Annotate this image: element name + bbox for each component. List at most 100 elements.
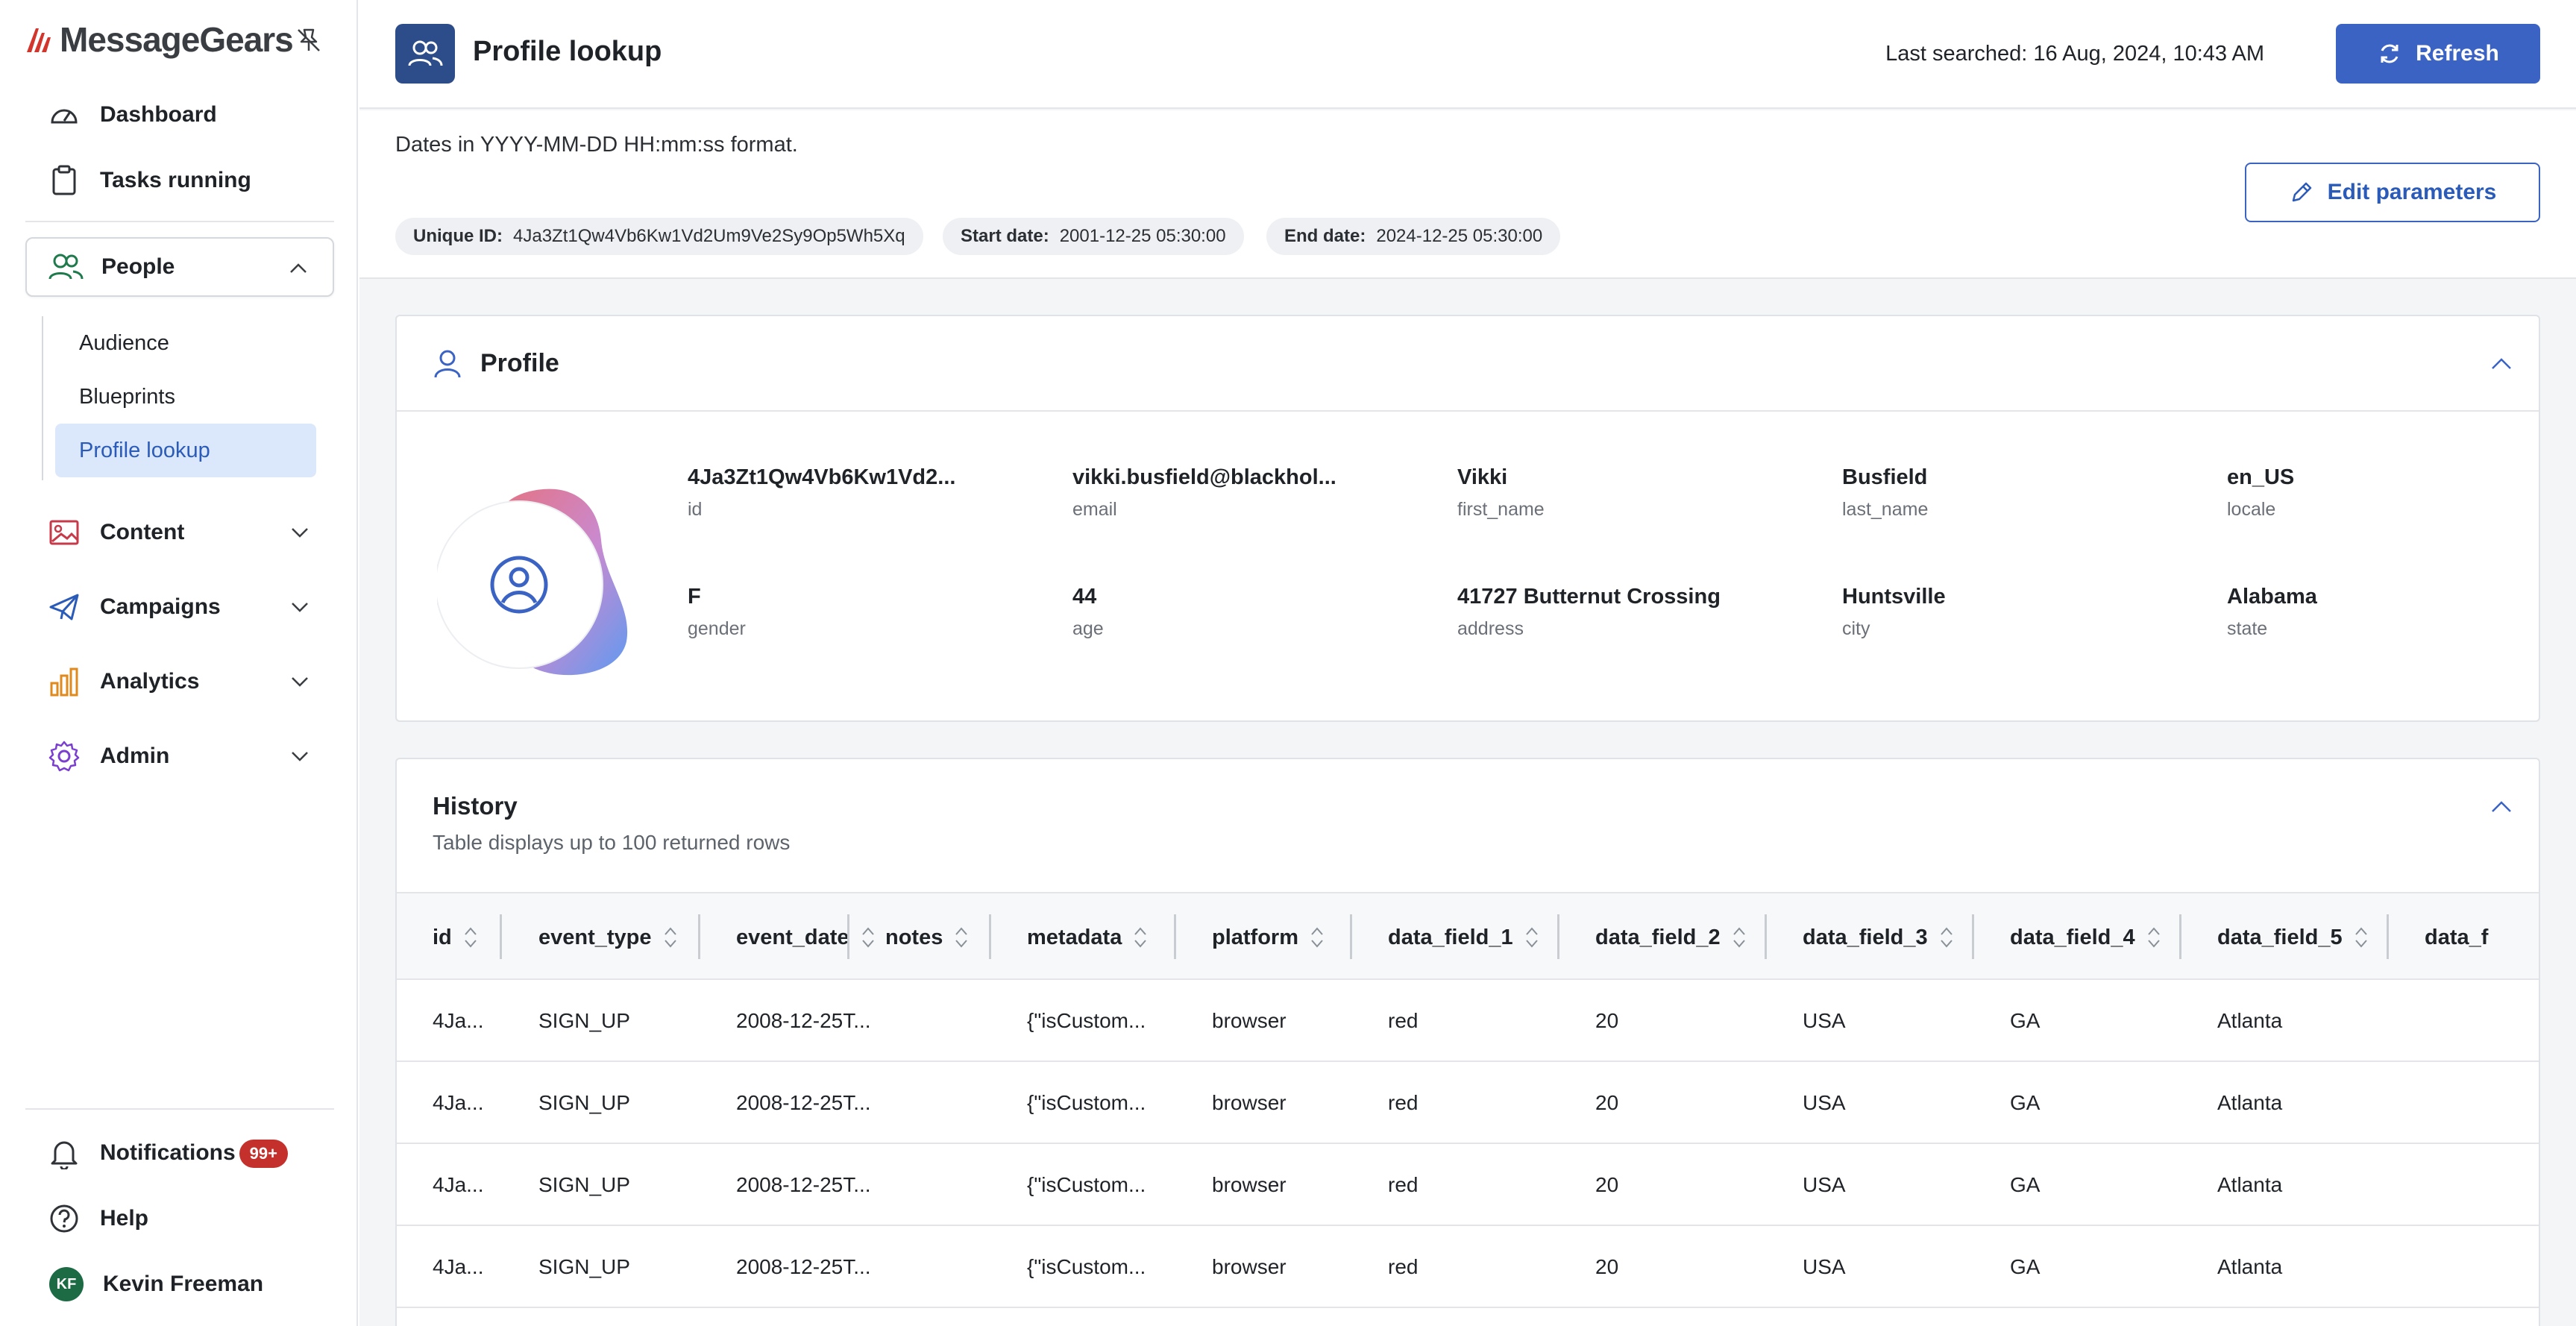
nav-admin[interactable]: Admin xyxy=(25,726,334,786)
notifications-badge: 99+ xyxy=(239,1140,288,1168)
field-value: en_US xyxy=(2227,465,2295,489)
profile-field-city: Huntsville city xyxy=(1842,585,1946,640)
table-cell: red xyxy=(1388,1091,1419,1114)
field-key: id xyxy=(688,499,703,520)
main-content: Profile lookup Last searched: 16 Aug, 20… xyxy=(359,0,2576,1326)
column-resize-handle[interactable] xyxy=(698,914,700,959)
sort-icon[interactable] xyxy=(2353,924,2369,951)
sort-icon[interactable] xyxy=(1309,924,1325,951)
table-cell: {"isCustom... xyxy=(1027,1009,1146,1032)
table-cell: 2008-12-25T... xyxy=(736,1173,871,1196)
column-header[interactable]: data_field_4 xyxy=(2010,893,2162,981)
column-header[interactable]: notes xyxy=(885,893,970,981)
table-row[interactable]: 4Ja... SIGN_UP 2008-12-25T... {"isCustom...… xyxy=(397,1226,2539,1308)
column-resize-handle[interactable] xyxy=(989,914,991,959)
table-cell: 4Ja... xyxy=(433,1255,484,1278)
field-key: gender xyxy=(688,618,746,639)
table-cell: SIGN_UP xyxy=(538,1255,630,1278)
sort-icon[interactable] xyxy=(1938,924,1955,951)
column-header[interactable]: event_date xyxy=(736,893,876,981)
column-header-label: data_field_4 xyxy=(2010,925,2135,949)
sort-icon[interactable] xyxy=(662,924,679,951)
sort-icon[interactable] xyxy=(1731,924,1747,951)
table-cell: 20 xyxy=(1595,1173,1619,1196)
table-cell: 20 xyxy=(1595,1091,1619,1114)
end-date-chip: End date: 2024-12-25 05:30:00 xyxy=(1266,218,1561,255)
chevron-up-icon[interactable] xyxy=(2488,794,2515,820)
chevron-up-icon[interactable] xyxy=(2488,351,2515,377)
table-cell: 20 xyxy=(1595,1009,1619,1032)
table-cell: 4Ja... xyxy=(433,1009,484,1032)
column-header[interactable]: metadata xyxy=(1027,893,1149,981)
field-key: state xyxy=(2227,618,2268,639)
end-date-value: 2024-12-25 05:30:00 xyxy=(1376,226,1543,246)
nav-campaigns[interactable]: Campaigns xyxy=(25,577,334,637)
logo[interactable]: MessageGears xyxy=(22,18,336,61)
column-header-label: data_field_3 xyxy=(1803,925,1928,949)
table-cell: Atlanta xyxy=(2217,1255,2283,1278)
nav-help[interactable]: Help xyxy=(25,1189,334,1248)
nav-analytics[interactable]: Analytics xyxy=(25,652,334,711)
column-header-label: data_field_2 xyxy=(1595,925,1721,949)
profile-field-id: 4Ja3Zt1Qw4Vb6Kw1Vd2... id xyxy=(688,465,955,521)
table-cell: browser xyxy=(1212,1255,1287,1278)
search-parameters: Dates in YYYY-MM-DD HH:mm:ss format. Edi… xyxy=(359,110,2576,279)
column-resize-handle[interactable] xyxy=(1350,914,1352,959)
column-resize-handle[interactable] xyxy=(2179,914,2181,959)
column-header-label: notes xyxy=(885,925,943,949)
column-resize-handle[interactable] xyxy=(2387,914,2389,959)
column-resize-handle[interactable] xyxy=(1557,914,1559,959)
nav-content[interactable]: Content xyxy=(25,503,334,562)
sort-icon[interactable] xyxy=(2146,924,2162,951)
column-header[interactable]: event_type xyxy=(538,893,679,981)
column-resize-handle[interactable] xyxy=(1765,914,1767,959)
table-cell: 20 xyxy=(1595,1255,1619,1278)
column-header-label: data_field_5 xyxy=(2217,925,2343,949)
table-cell: SIGN_UP xyxy=(538,1091,630,1114)
field-key: locale xyxy=(2227,499,2276,520)
column-header[interactable]: data_field_1 xyxy=(1388,893,1540,981)
sort-icon[interactable] xyxy=(860,924,876,951)
nav-people[interactable]: People xyxy=(25,237,334,297)
table-row[interactable]: 4Ja... SIGN_UP 2008-12-25T... {"isCustom...… xyxy=(397,980,2539,1062)
column-header-label: id xyxy=(433,925,452,949)
dashboard-gauge-icon xyxy=(46,97,82,133)
unpin-icon[interactable] xyxy=(294,25,324,55)
table-row[interactable]: 4Ja... SIGN_UP 2008-12-25T... {"isCustom...… xyxy=(397,1062,2539,1144)
column-header[interactable]: data_field_5 xyxy=(2217,893,2369,981)
column-resize-handle[interactable] xyxy=(847,914,849,959)
column-header[interactable]: platform xyxy=(1212,893,1325,981)
field-key: last_name xyxy=(1842,499,1929,520)
sort-icon[interactable] xyxy=(462,924,479,951)
nav-dashboard[interactable]: Dashboard xyxy=(25,85,334,145)
field-key: city xyxy=(1842,618,1870,639)
table-cell: 2008-12-25T... xyxy=(736,1255,871,1278)
table-row[interactable]: 4Ja... SIGN_UP 2008-12-25T... {"isCustom...… xyxy=(397,1144,2539,1226)
nav-blueprints[interactable]: Blueprints xyxy=(55,370,316,424)
column-resize-handle[interactable] xyxy=(500,914,502,959)
unique-id-label: Unique ID: xyxy=(413,226,503,246)
edit-parameters-button[interactable]: Edit parameters xyxy=(2245,163,2540,222)
nav-tasks-running[interactable]: Tasks running xyxy=(25,151,334,210)
column-header[interactable]: id xyxy=(433,893,479,981)
history-table: id event_type event_date notes metadata platf… xyxy=(397,892,2539,1326)
profile-card-header[interactable]: Profile xyxy=(397,316,2539,412)
column-header[interactable]: data_field_3 xyxy=(1803,893,1955,981)
column-resize-handle[interactable] xyxy=(1174,914,1176,959)
column-resize-handle[interactable] xyxy=(1972,914,1974,959)
nav-profile-lookup[interactable]: Profile lookup xyxy=(55,424,316,477)
refresh-button[interactable]: Refresh xyxy=(2336,24,2540,84)
start-date-chip: Start date: 2001-12-25 05:30:00 xyxy=(943,218,1244,255)
table-cell: 4Ja... xyxy=(433,1091,484,1114)
table-cell: USA xyxy=(1803,1173,1846,1196)
column-header[interactable]: data_f xyxy=(2425,893,2488,981)
sort-icon[interactable] xyxy=(1132,924,1149,951)
sort-icon[interactable] xyxy=(1524,924,1540,951)
nav-notifications[interactable]: Notifications 99+ xyxy=(25,1123,334,1183)
profile-field-age: 44 age xyxy=(1072,585,1104,640)
table-cell: Atlanta xyxy=(2217,1091,2283,1114)
column-header[interactable]: data_field_2 xyxy=(1595,893,1747,981)
sort-icon[interactable] xyxy=(953,924,970,951)
user-menu[interactable]: KF Kevin Freeman xyxy=(25,1254,334,1314)
nav-audience[interactable]: Audience xyxy=(55,316,316,370)
